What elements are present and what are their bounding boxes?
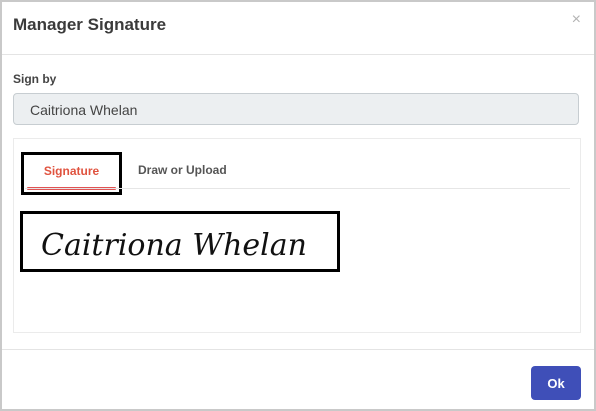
tab-signature-label: Signature	[43, 164, 100, 178]
signature-panel: Signature Draw or Upload Caitriona Whela…	[13, 138, 581, 333]
sign-by-label: Sign by	[13, 72, 57, 86]
manager-signature-dialog: Manager Signature × Sign by Caitriona Wh…	[0, 0, 596, 411]
signature-box: Caitriona Whelan	[20, 211, 340, 272]
ok-button[interactable]: Ok	[531, 366, 581, 400]
signature-image: Caitriona Whelan	[41, 228, 307, 263]
dialog-header: Manager Signature ×	[2, 2, 594, 55]
footer-divider	[2, 349, 594, 350]
tab-divider	[25, 188, 570, 189]
tab-draw-or-upload[interactable]: Draw or Upload	[138, 163, 227, 177]
close-icon[interactable]: ×	[572, 11, 581, 29]
sign-by-field[interactable]: Caitriona Whelan	[13, 93, 579, 125]
signature-text: Caitriona Whelan	[41, 228, 307, 263]
sign-by-value: Caitriona Whelan	[30, 102, 138, 118]
dialog-title: Manager Signature	[13, 15, 167, 34]
